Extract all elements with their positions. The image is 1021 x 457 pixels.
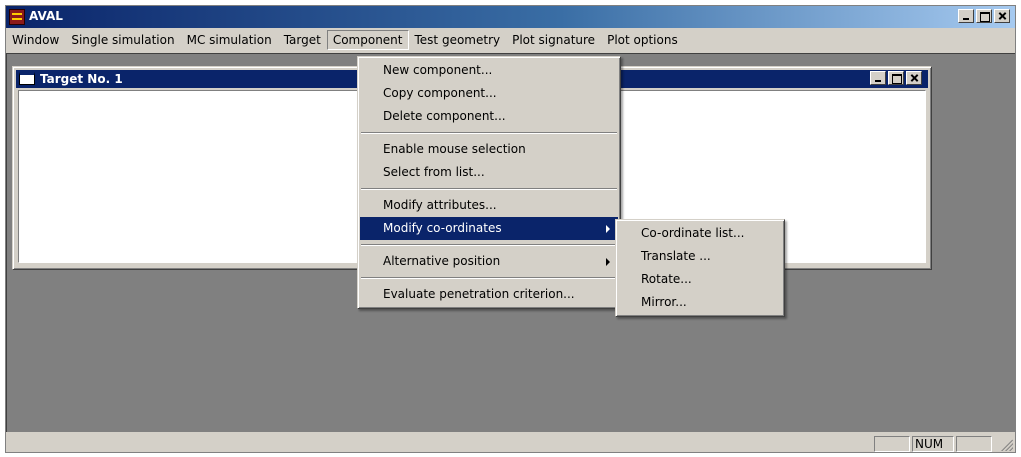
- menu-separator: [361, 277, 617, 279]
- child-maximize-icon[interactable]: [888, 71, 904, 85]
- menu-item-coordinate-list[interactable]: Co-ordinate list...: [618, 222, 782, 245]
- submenu-arrow-icon: [606, 258, 610, 266]
- menu-mc-simulation[interactable]: MC simulation: [181, 30, 278, 50]
- menu-item-modify-attributes[interactable]: Modify attributes...: [360, 194, 618, 217]
- status-num: NUM: [912, 436, 954, 452]
- status-pane-3: [956, 436, 992, 452]
- app-icon[interactable]: [9, 9, 25, 25]
- resize-grip-icon[interactable]: [1001, 439, 1013, 451]
- menu-item-alternative-position[interactable]: Alternative position: [360, 250, 618, 273]
- title-bar[interactable]: AVAL: [6, 6, 1015, 28]
- app-title: AVAL: [29, 9, 63, 23]
- status-pane-1: [874, 436, 910, 452]
- menu-item-translate[interactable]: Translate ...: [618, 245, 782, 268]
- menu-item-mirror[interactable]: Mirror...: [618, 291, 782, 314]
- window-icon[interactable]: [19, 72, 35, 85]
- menu-separator: [361, 244, 617, 246]
- menu-item-select-from-list[interactable]: Select from list...: [360, 161, 618, 184]
- child-minimize-icon[interactable]: [870, 71, 886, 85]
- status-bar: NUM: [6, 434, 1015, 452]
- menu-item-new-component[interactable]: New component...: [360, 59, 618, 82]
- minimize-icon[interactable]: [958, 9, 974, 23]
- menu-plot-options[interactable]: Plot options: [601, 30, 684, 50]
- component-dropdown-menu: New component... Copy component... Delet…: [357, 56, 621, 309]
- coordinates-submenu: Co-ordinate list... Translate ... Rotate…: [615, 219, 785, 317]
- menu-item-label: Alternative position: [383, 254, 501, 268]
- child-close-icon[interactable]: [906, 71, 922, 85]
- close-icon[interactable]: [994, 9, 1010, 23]
- menu-component[interactable]: Component: [326, 30, 409, 50]
- menu-window[interactable]: Window: [6, 30, 65, 50]
- menu-single-simulation[interactable]: Single simulation: [65, 30, 180, 50]
- menu-test-geometry[interactable]: Test geometry: [409, 30, 507, 50]
- menu-separator: [361, 188, 617, 190]
- menu-item-modify-coordinates[interactable]: Modify co-ordinates: [360, 217, 618, 240]
- menu-item-delete-component[interactable]: Delete component...: [360, 105, 618, 128]
- menu-item-copy-component[interactable]: Copy component...: [360, 82, 618, 105]
- menu-plot-signature[interactable]: Plot signature: [506, 30, 601, 50]
- menu-item-label: Modify co-ordinates: [383, 221, 502, 235]
- menu-target[interactable]: Target: [278, 30, 327, 50]
- menu-item-enable-mouse-selection[interactable]: Enable mouse selection: [360, 138, 618, 161]
- menu-item-evaluate-penetration[interactable]: Evaluate penetration criterion...: [360, 283, 618, 306]
- submenu-arrow-icon: [606, 225, 610, 233]
- menu-bar: Window Single simulation MC simulation T…: [6, 30, 1015, 50]
- target-window-title: Target No. 1: [40, 72, 123, 86]
- menu-item-rotate[interactable]: Rotate...: [618, 268, 782, 291]
- maximize-icon[interactable]: [976, 9, 992, 23]
- menu-separator: [361, 132, 617, 134]
